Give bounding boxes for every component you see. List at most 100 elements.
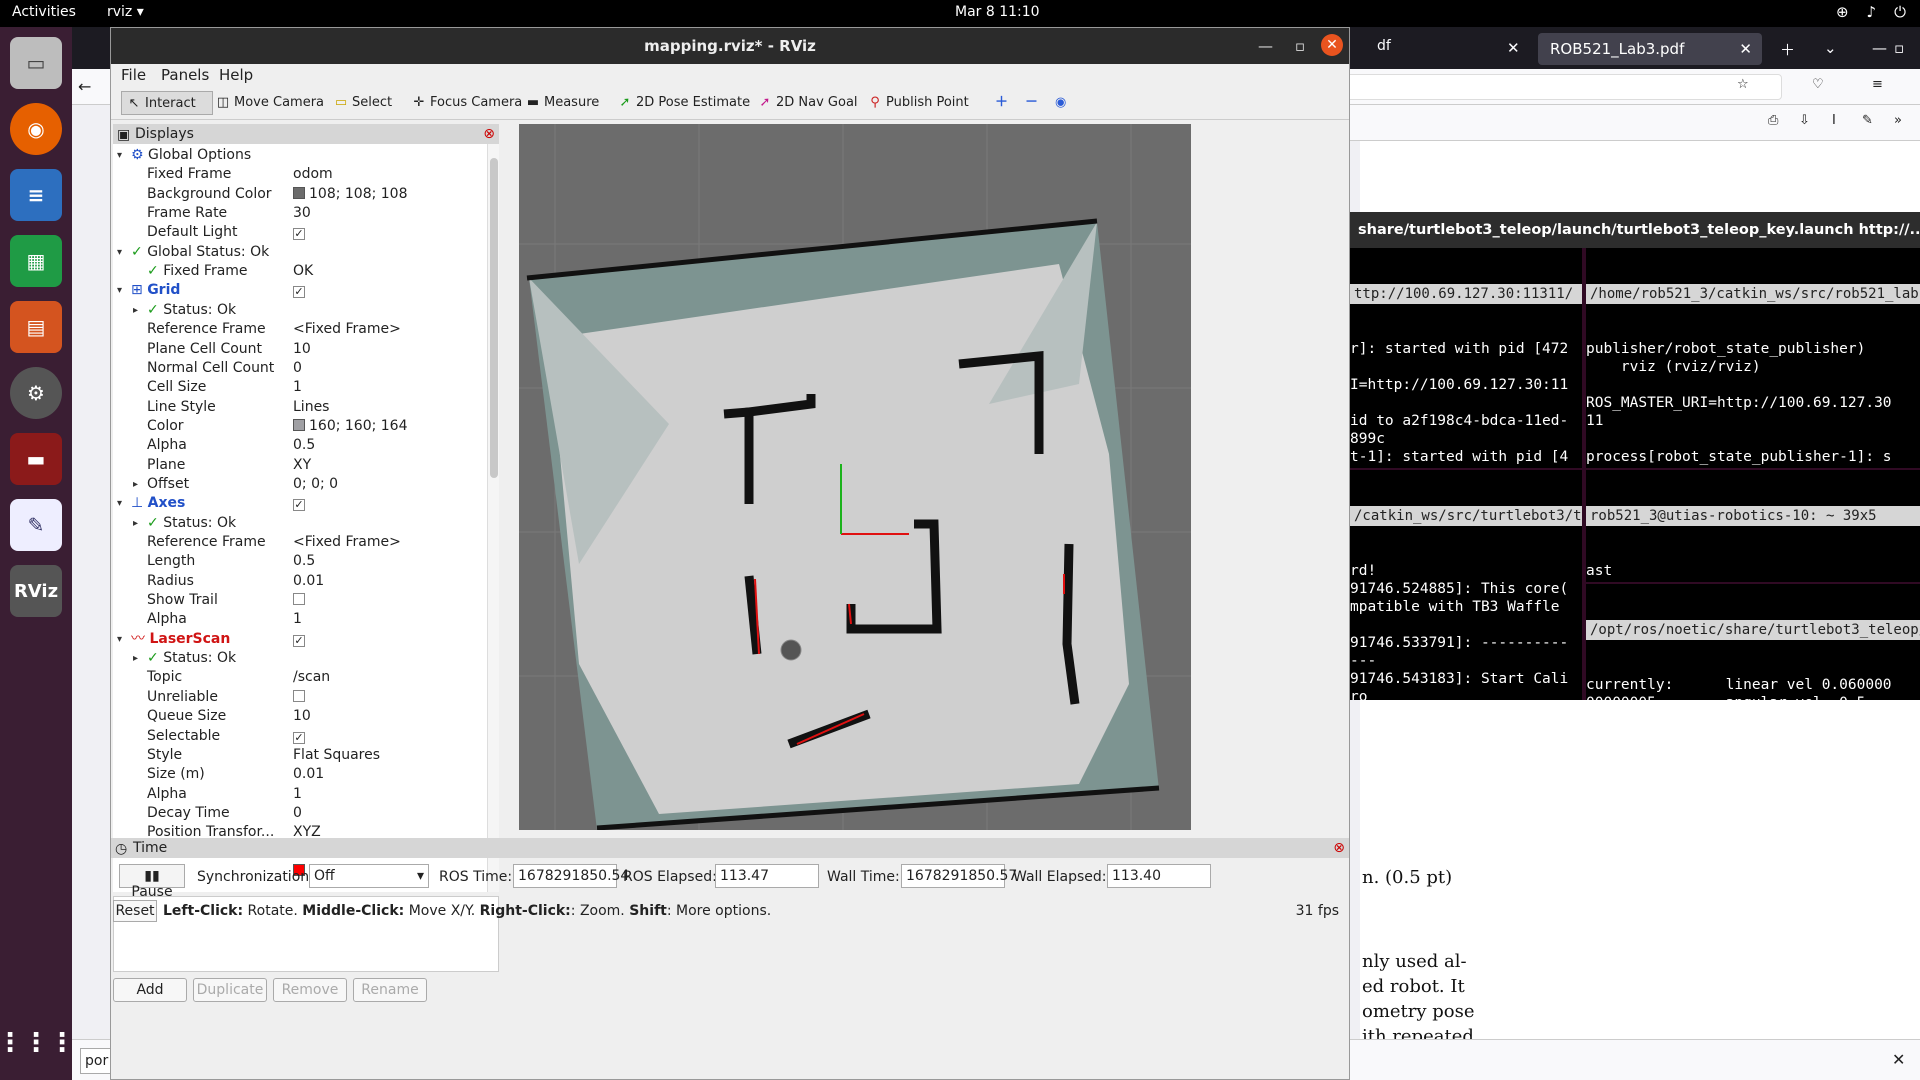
tree-row[interactable]: Cell Size 1	[113, 378, 487, 397]
property-value[interactable]	[293, 688, 305, 707]
tree-row[interactable]: Line Style Lines	[113, 398, 487, 417]
property-value[interactable]: 0	[293, 359, 302, 378]
close-icon[interactable]: ✕	[1321, 34, 1343, 56]
scroll-thumb[interactable]	[490, 158, 498, 478]
tree-row[interactable]: ▾ ⚙ Global Options	[113, 146, 487, 165]
menu-help[interactable]: Help	[219, 66, 253, 84]
tool-properties-icon[interactable]: ◉	[1051, 91, 1066, 115]
property-value[interactable]: 1	[293, 378, 302, 397]
clock[interactable]: Mar 8 11:10	[955, 4, 1040, 20]
minimize-icon[interactable]: —	[1258, 28, 1273, 64]
close-panel-icon[interactable]: ⊗	[1333, 838, 1345, 858]
tree-row[interactable]: Alpha 1	[113, 610, 487, 629]
3d-viewport[interactable]	[519, 124, 1191, 830]
tree-row[interactable]: Queue Size 10	[113, 707, 487, 726]
tool-2d-nav-goal[interactable]: ➚ 2D Nav Goal	[753, 91, 858, 115]
menu-icon[interactable]: ≡	[1872, 77, 1883, 92]
more-tools-icon[interactable]: »	[1894, 113, 1902, 128]
tree-row[interactable]: Normal Cell Count 0	[113, 359, 487, 378]
expand-down-icon[interactable]: ▾	[117, 146, 122, 165]
tree-row[interactable]: Fixed Frame odom	[113, 165, 487, 184]
remove-button[interactable]: Remove	[273, 978, 347, 1002]
close-tab-icon[interactable]: ✕	[1739, 40, 1752, 58]
tree-row[interactable]: Color 160; 160; 164	[113, 417, 487, 436]
terminal-pane-5[interactable]: /opt/ros/noetic/share/turtlebot3_teleop/…	[1586, 584, 1920, 700]
property-value[interactable]	[293, 591, 305, 610]
ros-time-field[interactable]: 1678291850.54	[513, 864, 629, 888]
tree-row[interactable]: Background Color 108; 108; 108	[113, 185, 487, 204]
expand-down-icon[interactable]: ▾	[117, 243, 122, 262]
expand-right-icon[interactable]: ▸	[133, 514, 138, 533]
displays-scrollbar[interactable]	[487, 144, 499, 892]
expand-down-icon[interactable]: ▾	[117, 494, 122, 513]
bookmark-star-icon[interactable]: ☆	[1737, 77, 1749, 92]
settings-icon[interactable]: ⚙	[10, 367, 62, 419]
system-tray[interactable]: ⊕ ♪ ⏻	[1836, 3, 1906, 21]
close-tab-icon[interactable]: ✕	[1507, 39, 1520, 57]
property-value[interactable]: 160; 160; 164	[293, 417, 408, 436]
tool-interact[interactable]: ↖ Interact	[121, 91, 213, 115]
checkbox[interactable]: ✓	[293, 634, 305, 647]
wall-time-field[interactable]: 1678291850.57	[901, 864, 1017, 888]
expand-down-icon[interactable]: ▾	[117, 281, 122, 300]
property-value[interactable]: 108; 108; 108	[293, 185, 408, 204]
tree-row[interactable]: Alpha 1	[113, 785, 487, 804]
remove-tool-icon[interactable]: －	[1021, 91, 1038, 115]
property-value[interactable]: /scan	[293, 668, 330, 687]
property-value[interactable]: 0	[293, 804, 302, 823]
checkbox[interactable]: ✓	[293, 731, 305, 744]
property-value[interactable]: Lines	[293, 398, 329, 417]
tree-row[interactable]: ▸ ✓ Status: Ok	[113, 301, 487, 320]
checkbox[interactable]: ✓	[293, 286, 305, 299]
impress-icon[interactable]: ▤	[10, 301, 62, 353]
draw-icon[interactable]: ✎	[1862, 113, 1873, 128]
pause-button[interactable]: ▮▮ Pause	[119, 864, 185, 900]
checkbox[interactable]	[293, 689, 305, 702]
tool-measure[interactable]: ▬ Measure	[521, 91, 599, 115]
back-icon[interactable]: ←	[78, 77, 91, 96]
firefox-icon[interactable]: ◉	[10, 103, 62, 155]
displays-tree[interactable]: ▾ ⚙ Global Options Fixed Frame odom Backgrou…	[113, 144, 487, 892]
property-value[interactable]: 10	[293, 340, 311, 359]
tree-row[interactable]: Plane XY	[113, 456, 487, 475]
property-value[interactable]: XY	[293, 456, 311, 475]
checkbox[interactable]: ✓	[293, 228, 305, 241]
sync-select[interactable]: Off ▾	[309, 864, 429, 888]
expand-down-icon[interactable]: ▾	[117, 630, 122, 649]
tree-row[interactable]: Style Flat Squares	[113, 746, 487, 765]
add-button[interactable]: Add	[113, 978, 187, 1002]
new-tab-icon[interactable]: ＋	[1780, 39, 1795, 60]
rename-button[interactable]: Rename	[353, 978, 427, 1002]
rviz-icon[interactable]: RViz	[10, 565, 62, 617]
restore-icon[interactable]: ▫	[1894, 39, 1904, 57]
tree-row[interactable]: ▾ 〰 LaserScan ✓	[113, 630, 487, 649]
tree-row[interactable]: ▾ ⊞ Grid ✓	[113, 281, 487, 300]
tool-select[interactable]: ▭ Select	[329, 91, 392, 115]
tree-row[interactable]: Show Trail	[113, 591, 487, 610]
property-value[interactable]: Flat Squares	[293, 746, 380, 765]
tool-focus-camera[interactable]: ✛ Focus Camera	[407, 91, 523, 115]
property-value[interactable]: ✓	[293, 727, 305, 746]
tool-2d-pose-estimate[interactable]: ➚ 2D Pose Estimate	[613, 91, 751, 115]
tree-row[interactable]: ▸ ✓ Status: Ok	[113, 649, 487, 668]
minimize-icon[interactable]: —	[1872, 39, 1887, 57]
activities-button[interactable]: Activities	[12, 4, 76, 20]
property-value[interactable]: ✓	[293, 630, 305, 649]
tree-row[interactable]: Default Light ✓	[113, 223, 487, 242]
property-value[interactable]: OK	[293, 262, 313, 281]
duplicate-button[interactable]: Duplicate	[193, 978, 267, 1002]
tree-row[interactable]: ✓ Fixed Frame OK	[113, 262, 487, 281]
property-value[interactable]: ✓	[293, 281, 305, 300]
property-value[interactable]: ✓	[293, 223, 305, 242]
print-icon[interactable]: ⎙	[1768, 113, 1778, 128]
tree-row[interactable]: Selectable ✓	[113, 727, 487, 746]
tree-row[interactable]: Reference Frame <Fixed Frame>	[113, 533, 487, 552]
tool-publish-point[interactable]: ⚲ Publish Point	[863, 91, 969, 115]
pocket-icon[interactable]: ♡	[1812, 77, 1824, 92]
property-value[interactable]: 0.01	[293, 572, 324, 591]
menu-file[interactable]: File	[121, 66, 146, 84]
tab-pdf-1[interactable]: df	[1357, 38, 1527, 62]
reset-button[interactable]: Reset	[113, 900, 157, 922]
property-value[interactable]: 0.5	[293, 552, 315, 571]
tree-row[interactable]: ▸ Offset 0; 0; 0	[113, 475, 487, 494]
